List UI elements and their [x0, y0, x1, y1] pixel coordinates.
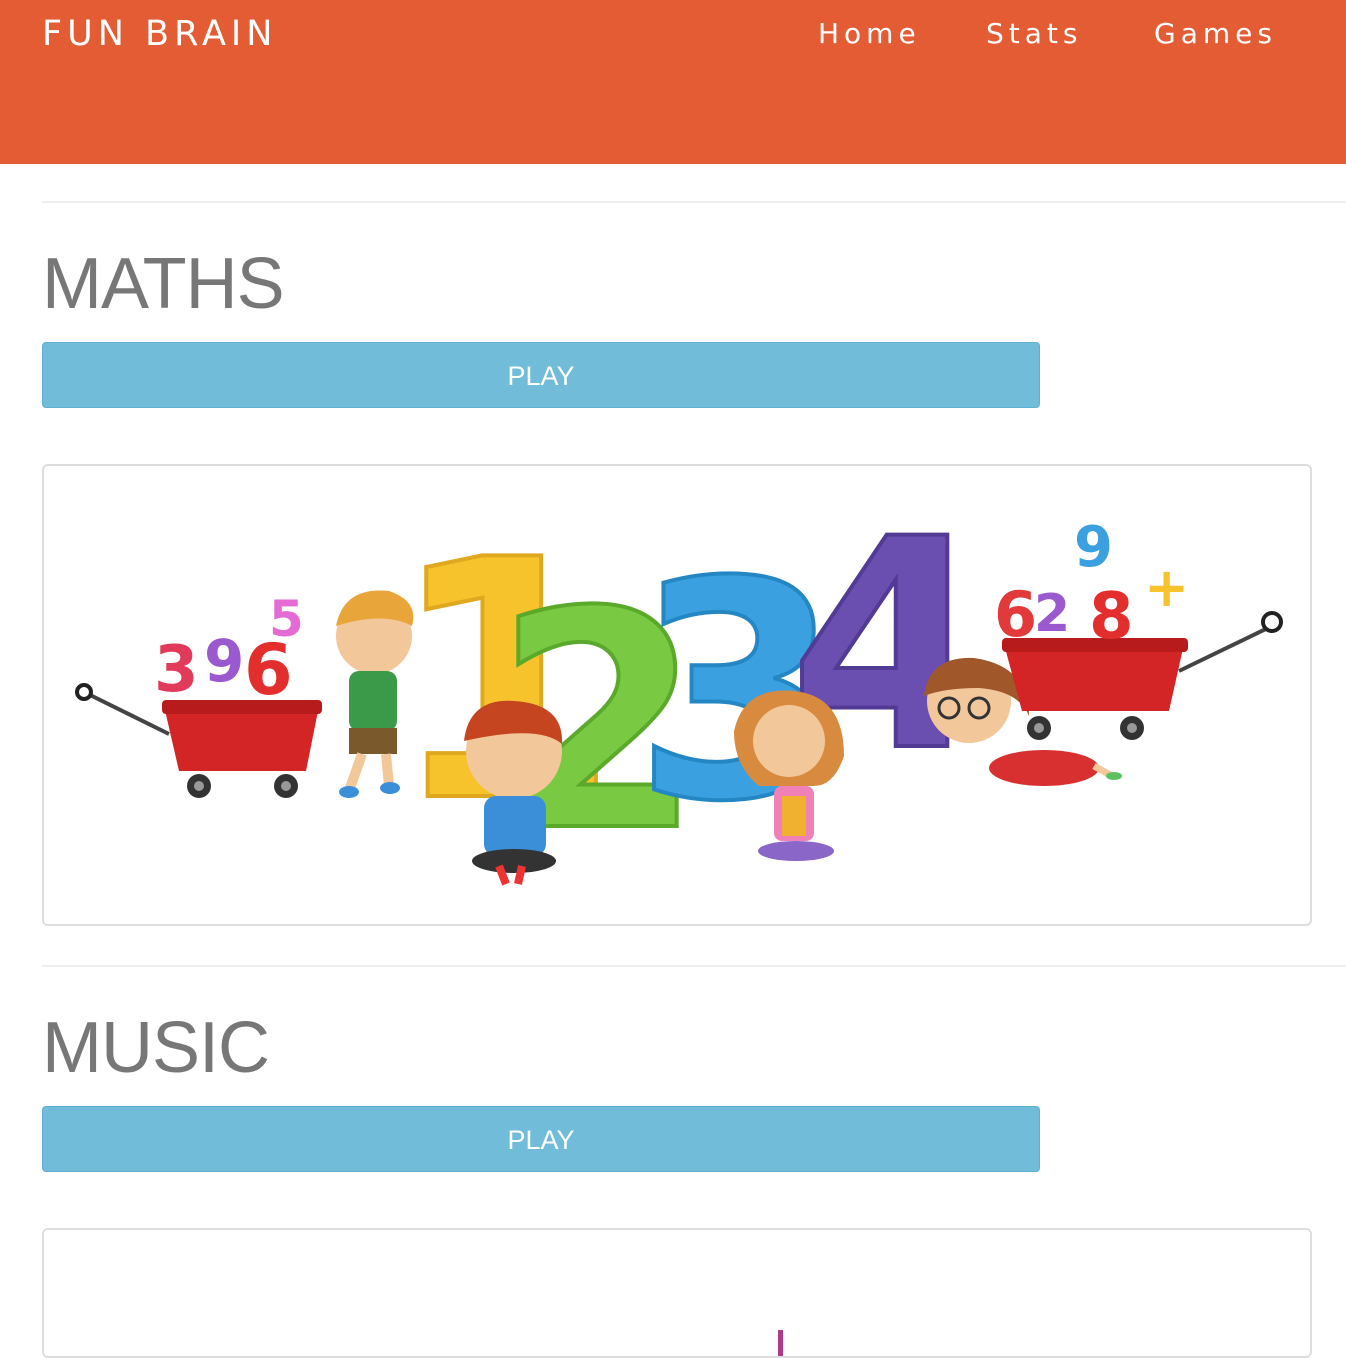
left-cart-number: 5 [269, 590, 304, 648]
music-play-button[interactable]: PLAY [42, 1106, 1040, 1172]
left-cart-number: 9 [204, 627, 244, 695]
right-cart-number: 8 [1089, 580, 1134, 654]
left-cart-number: 3 [154, 633, 199, 707]
maths-image-card[interactable]: 3 9 6 5 1 2 3 4 6 2 8 9 + [42, 464, 1312, 926]
music-image-card[interactable] [42, 1228, 1312, 1358]
right-cart-number: 6 [994, 578, 1037, 651]
maths-illustration: 3 9 6 5 1 2 3 4 6 2 8 9 + [44, 466, 1310, 924]
music-illustration [44, 1230, 1310, 1356]
top-navbar: FUN BRAIN Home Stats Games [0, 0, 1346, 164]
maths-section-title: MATHS [42, 244, 285, 324]
right-cart-number: + [1144, 556, 1189, 619]
nav-games-link[interactable]: Games [1154, 16, 1277, 52]
brand-logo-text[interactable]: FUN BRAIN [42, 12, 277, 56]
music-section-title: MUSIC [42, 1008, 270, 1088]
right-cart-number: 9 [1074, 515, 1113, 580]
nav-home-link[interactable]: Home [818, 16, 921, 52]
nav-stats-link[interactable]: Stats [986, 16, 1082, 52]
section-divider [42, 965, 1346, 967]
maths-play-button[interactable]: PLAY [42, 342, 1040, 408]
right-cart-number: 2 [1034, 584, 1070, 644]
section-divider [42, 201, 1346, 203]
